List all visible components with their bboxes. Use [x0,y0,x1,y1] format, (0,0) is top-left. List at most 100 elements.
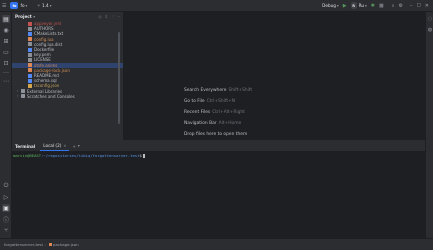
bell-icon: ◌ [427,16,433,22]
chevron-down-icon: ▾ [33,14,36,19]
close-icon[interactable]: ✕ [63,144,66,148]
hamburger-menu-icon: ☰ [2,2,7,9]
close-button[interactable]: ✕ [423,0,433,12]
cmake-file-icon [28,31,32,36]
project-tool-button[interactable]: ▤ [2,15,10,23]
stop-button[interactable]: ■ [377,0,386,12]
git-tool-button[interactable]: ⑂ [2,226,10,234]
hint-shortcut: Alt+Home [218,121,242,126]
terminal-prompt-line[interactable]: marcin@BEAST:~/repositories/tibia/forgot… [13,153,146,159]
project-switcher[interactable]: fo fo ▾ [8,0,29,12]
project-name: fo [20,3,25,8]
run-config-selector[interactable]: Debug ▾ [318,0,341,12]
structure-tool-button[interactable]: ⊞ [2,37,10,45]
problems-icon: ⓘ [2,216,9,224]
json-file-icon [28,68,32,73]
database-icon: ◍ [427,27,433,33]
terminal-tab-local[interactable]: Local (2) ✕ [40,141,70,151]
search-button[interactable]: ⌕ [390,0,397,12]
hint-shortcut: Ctrl+Alt+Right [212,110,245,115]
terminal-icon: ▣ [3,204,9,212]
docker-file-icon [28,47,32,52]
services-tool-button[interactable]: ⏻ [2,182,10,190]
add-terminal-icon[interactable]: + [72,144,76,149]
select-opened-file-icon[interactable]: ◎ [98,14,102,19]
prompt-user: marcin@BEAST [13,153,42,158]
npm-icon: ⊡ [3,59,9,67]
maximize-icon: □ [416,3,421,8]
git-icon: ⑂ [4,226,8,234]
run-tool-label: Ru [358,3,364,8]
project-scrollbar[interactable] [118,32,120,124]
debug-icon: ✱ [370,2,375,9]
chevron-down-icon: ▾ [364,3,367,8]
problems-tool-button[interactable]: ⓘ [2,215,10,224]
chevron-down-icon: ▾ [49,3,52,8]
json-file-icon [48,242,53,247]
bookmarks-tool-button[interactable]: ▭ [2,48,10,56]
settings-icon: ⚙ [398,2,404,9]
scratches-icon [21,94,25,99]
hint-recent-files: Recent Files Ctrl+Alt+Right [184,110,245,115]
commit-tool-button[interactable]: ◉ [2,26,10,34]
key-file-icon [28,52,32,57]
settings-button[interactable]: ⚙ [397,0,405,12]
json-file-icon [28,83,32,88]
project-panel-actions: ◎ ⇕ ⋮ – [98,14,120,19]
library-icon [21,89,25,94]
chevron-down-icon: ▾ [25,3,28,8]
sql-file-icon [28,78,32,83]
project-panel-title: Project [15,14,32,19]
markdown-file-icon [28,73,32,78]
title-bar: ☰ fo fo ▾ ⑂ 1.4 ▾ Debug ▾ ▶ R Ru ▾ ✱ ■ ⌕… [0,0,433,12]
right-tool-strip: ◌ ◍ [425,12,433,238]
status-bar: forgottenserver-test › package.json [0,238,433,250]
main-menu-button[interactable]: ☰ [0,0,8,12]
hint-drop-files: Drop files here to open them [184,132,247,137]
terminal-header: Terminal Local (2) ✕ + ▾ [12,141,425,151]
vcs-branch-widget[interactable]: ⑂ 1.4 ▾ [29,0,53,12]
terminal-tool-button[interactable]: ▣ [2,204,10,212]
hint-label: Drop files here to open them [184,132,248,137]
tree-node-scratches[interactable]: › Scratches and Consoles [17,94,75,99]
editor-empty-state: Search Everywhere Shift+Shift Go to File C… [125,12,425,140]
project-panel: Project ▾ ◎ ⇕ ⋮ – appveyor.yml AUTHORS C… [12,12,124,140]
commit-icon: ◉ [3,26,9,34]
project-badge: fo [10,2,19,9]
run-button[interactable]: ▶ [341,0,349,12]
debug-button[interactable]: ✱ [369,0,377,12]
node-name: Scratches and Consoles [27,93,75,99]
lua-file-icon [28,37,32,42]
collapse-all-icon[interactable]: ⇕ [105,14,108,19]
text-file-icon [28,57,32,62]
chevron-down-icon[interactable]: ▾ [78,144,80,148]
hint-label: Recent Files [184,110,211,115]
hint-label: Search Everywhere [184,88,227,93]
database-tool-button[interactable]: ◍ [426,26,433,34]
more-tools-button[interactable]: ⋯ [2,77,10,85]
run-tool-widget[interactable]: R Ru ▾ [349,0,369,12]
hint-go-to-file: Go to File Ctrl+Shift+N [184,99,235,104]
hide-panel-icon[interactable]: – [118,14,120,19]
terminal-tab-label: Local (2) [43,143,62,148]
maximize-button[interactable]: □ [415,0,423,12]
more-icon: ⋯ [3,77,9,85]
options-icon[interactable]: ⋮ [111,14,115,19]
run-tool-button[interactable]: ▷ [2,193,10,201]
hint-label: Go to File [184,99,205,104]
npm-tool-button[interactable]: ⊡ [2,59,10,67]
bookmark-icon: ▭ [3,48,9,56]
breadcrumb-project[interactable]: forgottenserver-test [4,242,43,247]
left-tool-strip: ▤ ◉ ⊞ ▭ ⊡ ⋯ ⏻ ▷ ▣ ⓘ ⑂ [0,12,12,238]
branch-icon: ⑂ [37,3,41,9]
search-icon: ⌕ [391,2,395,9]
notifications-tool-button[interactable]: ◌ [426,15,433,23]
terminal-title: Terminal [15,143,36,149]
terminal-panel: Terminal Local (2) ✕ + ▾ marcin@BEAST:~/… [12,140,425,238]
text-file-icon [28,26,32,31]
prompt-path: :~/repositories/tibia/forgottenserver-te… [41,153,140,158]
text-file-icon [28,42,32,47]
anims-file-icon [28,63,32,68]
breadcrumb-file[interactable]: package.json [53,242,79,247]
breadcrumb-separator-icon: › [44,242,47,247]
